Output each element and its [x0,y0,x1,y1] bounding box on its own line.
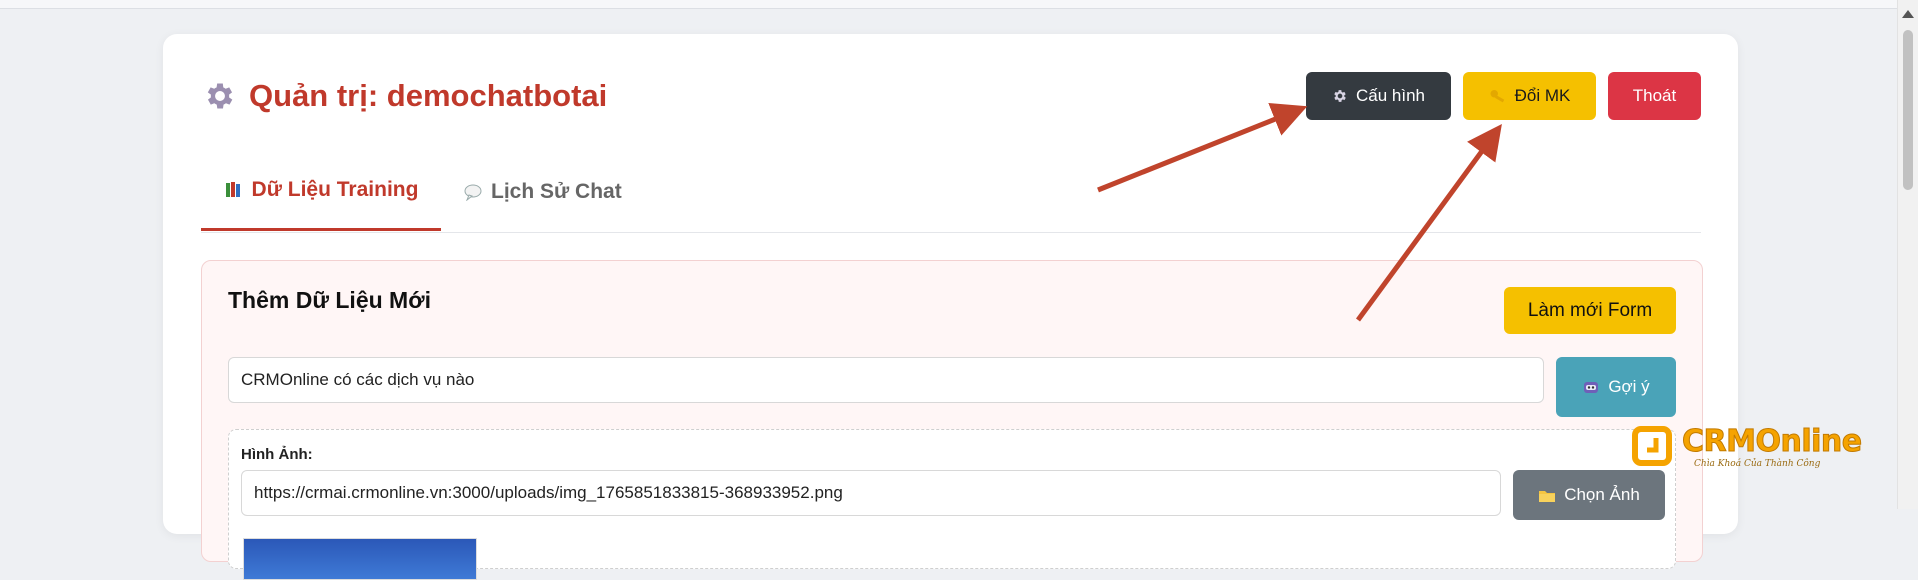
image-url-input[interactable] [241,470,1501,516]
config-button-label: Cấu hình [1356,86,1425,105]
crmonline-logo-mark [1632,426,1672,466]
panel-title: Thêm Dữ Liệu Mới [228,287,431,313]
browser-top-edge [0,0,1898,9]
tab-training-data[interactable]: Dữ Liệu Training [201,152,441,231]
config-button[interactable]: Cấu hình [1306,72,1451,120]
add-data-panel: Thêm Dữ Liệu Mới Làm mới Form Gợi ý Hình… [201,260,1703,580]
robot-icon [1584,382,1599,393]
image-section: Hình Ảnh: Chọn Ảnh [228,429,1676,580]
image-label: Hình Ảnh: [241,446,313,463]
admin-card: Quản trị: demochatbotai Cấu hình Đổi MK … [163,34,1738,580]
suggest-label: Gợi ý [1608,377,1650,396]
tab-history-label: Lịch Sử Chat [491,179,622,203]
gear-icon [1334,90,1346,102]
choose-image-button[interactable]: Chọn Ảnh [1513,470,1665,520]
books-icon [225,182,240,197]
image-preview [243,538,477,580]
change-password-button[interactable]: Đổi MK [1463,72,1596,120]
scroll-up-icon[interactable] [1902,10,1914,18]
logo-brand-text: CRMOnline [1682,424,1863,460]
refresh-form-button[interactable]: Làm mới Form [1504,287,1676,334]
tab-bar: Dữ Liệu Training Lịch Sử Chat [201,152,1701,233]
key-icon [1490,90,1504,103]
crmonline-logo: CRMOnline Chìa Khoá Của Thành Công [1632,424,1863,472]
folder-icon [1539,490,1556,502]
suggest-button[interactable]: Gợi ý [1556,357,1676,417]
page-title: Quản trị: demochatbotai [203,78,607,114]
change-password-label: Đổi MK [1514,86,1571,105]
choose-image-label: Chọn Ảnh [1564,485,1640,504]
scrollbar-thumb[interactable] [1903,30,1913,190]
tab-training-label: Dữ Liệu Training [251,178,419,201]
question-input[interactable] [228,357,1544,403]
vertical-scrollbar[interactable] [1897,0,1918,509]
logo-tagline: Chìa Khoá Của Thành Công [1694,459,1821,469]
logout-button[interactable]: Thoát [1608,72,1701,120]
logout-label: Thoát [1632,86,1677,105]
speech-bubble-icon [464,184,482,201]
refresh-form-label: Làm mới Form [1527,299,1653,321]
page-title-text: Quản trị: demochatbotai [249,78,608,113]
tab-chat-history[interactable]: Lịch Sử Chat [463,152,633,231]
gear-icon [207,83,233,109]
